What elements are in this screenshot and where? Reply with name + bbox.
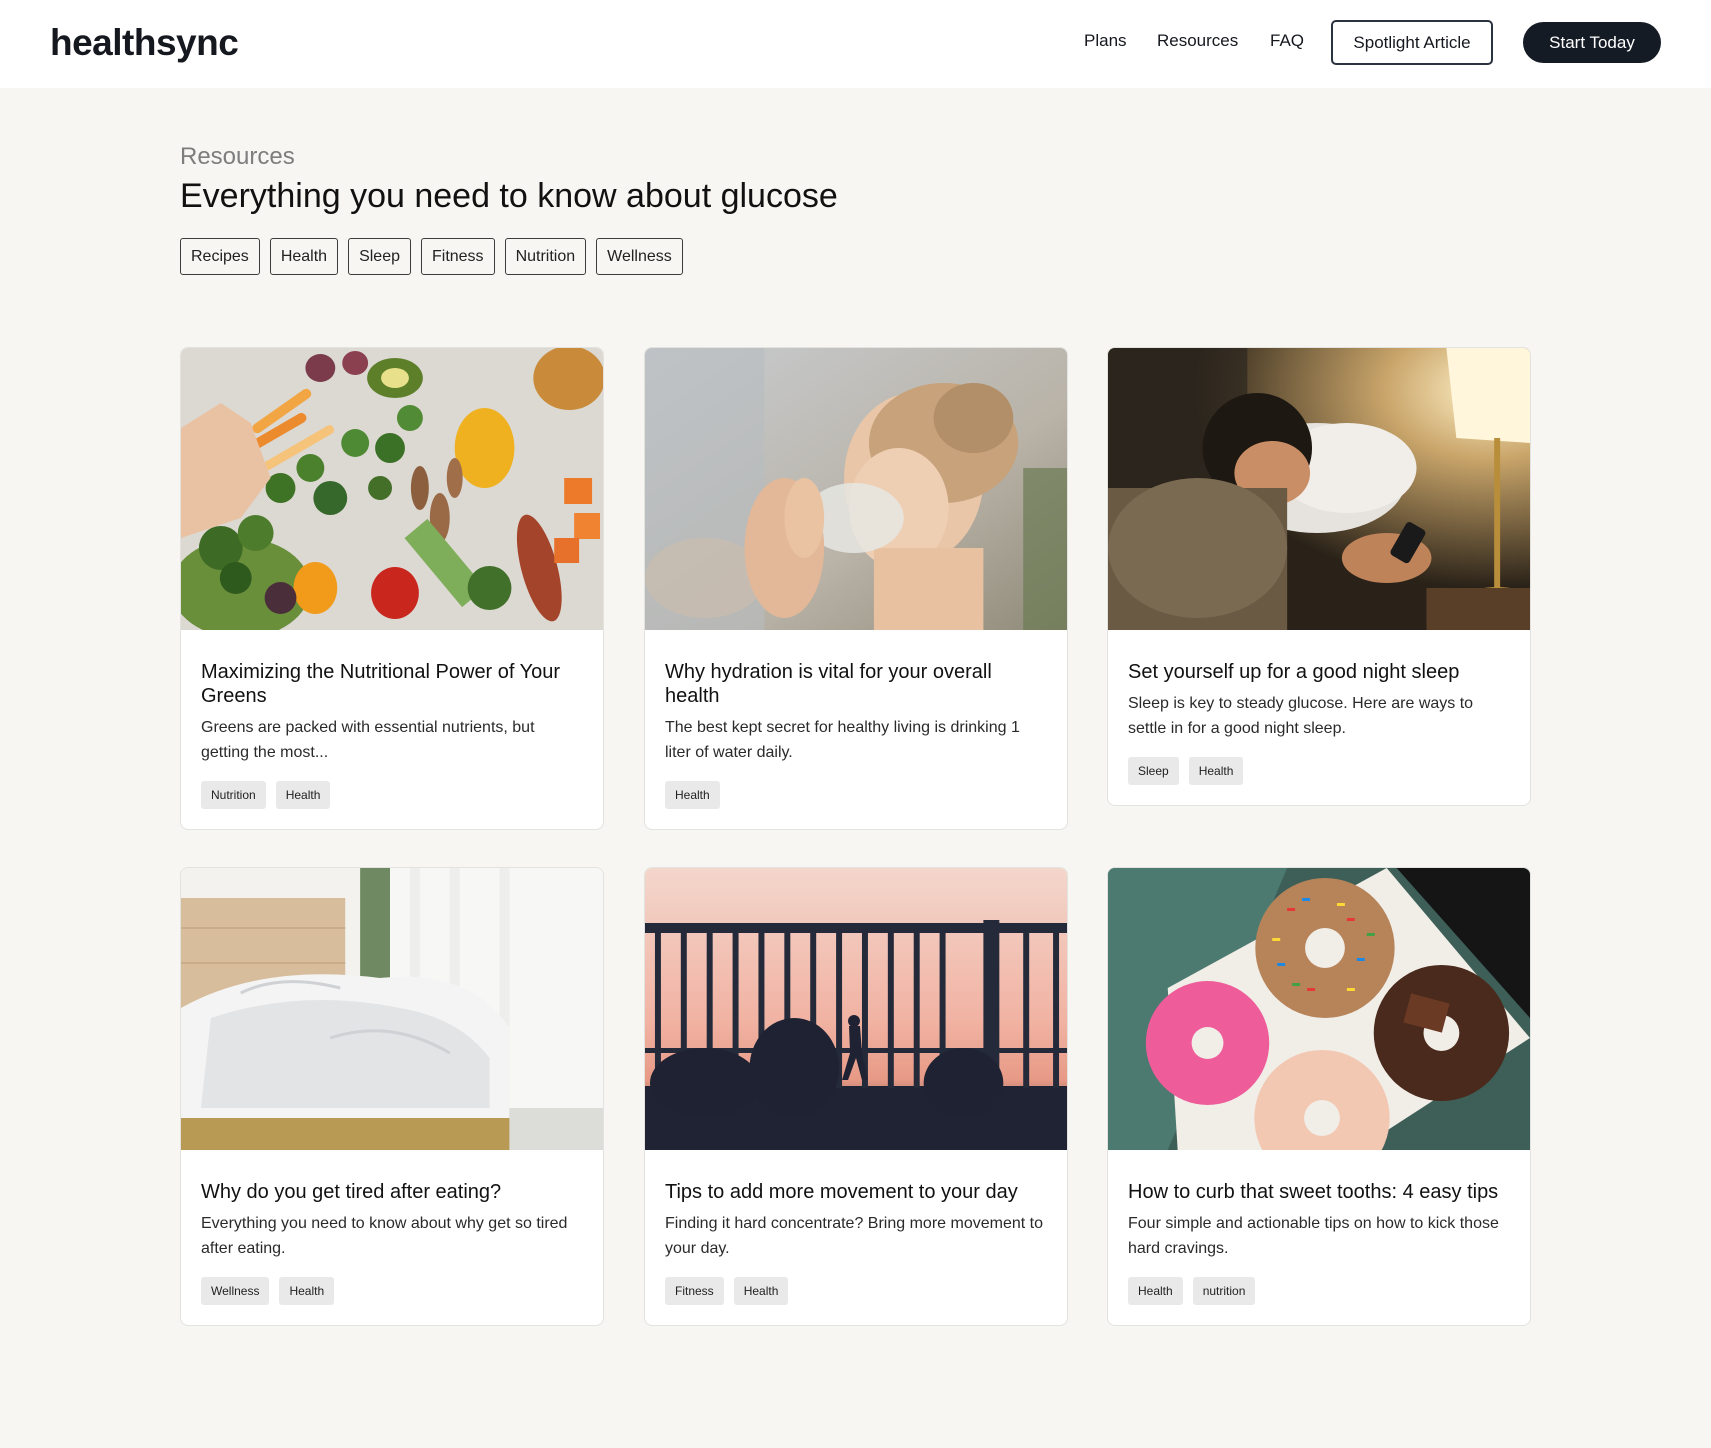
- nav-link-resources[interactable]: Resources: [1157, 31, 1238, 51]
- tag[interactable]: Health: [279, 1277, 335, 1305]
- walking-silhouette-sunset-photo: [645, 868, 1067, 1150]
- article-title[interactable]: Maximizing the Nutritional Power of Your…: [201, 660, 583, 708]
- donuts-box-photo: [1108, 868, 1530, 1150]
- article-card[interactable]: Maximizing the Nutritional Power of Your…: [180, 347, 604, 830]
- article-description: Sleep is key to steady glucose. Here are…: [1128, 695, 1474, 737]
- woman-in-bed-phone-photo: [1108, 348, 1530, 630]
- article-title[interactable]: Why do you get tired after eating?: [201, 1180, 583, 1204]
- tag-list: Sleep Health: [1128, 757, 1510, 785]
- filter-wellness[interactable]: Wellness: [596, 238, 683, 275]
- article-card[interactable]: Tips to add more movement to your day Fi…: [644, 867, 1068, 1326]
- filter-fitness[interactable]: Fitness: [420, 238, 495, 275]
- article-card[interactable]: Set yourself up for a good night sleep S…: [1107, 347, 1531, 806]
- top-navigation: healthsync Plans Resources FAQ Spotlight…: [0, 0, 1711, 88]
- article-description: The best kept secret for healthy living …: [665, 719, 1020, 761]
- article-card[interactable]: Why do you get tired after eating? Every…: [180, 867, 604, 1326]
- tag[interactable]: Health: [1128, 1277, 1183, 1305]
- article-card[interactable]: How to curb that sweet tooths: 4 easy ti…: [1107, 867, 1531, 1326]
- start-today-button[interactable]: Start Today: [1523, 22, 1661, 63]
- article-title[interactable]: Set yourself up for a good night sleep: [1128, 660, 1510, 684]
- filter-sleep[interactable]: Sleep: [348, 238, 411, 275]
- article-card[interactable]: Why hydration is vital for your overall …: [644, 347, 1068, 830]
- nav-link-faq[interactable]: FAQ: [1270, 31, 1304, 51]
- woman-drinking-water-photo: [645, 348, 1067, 630]
- logo[interactable]: healthsync: [50, 22, 239, 64]
- article-description: Finding it hard concentrate? Bring more …: [665, 1215, 1043, 1257]
- article-title[interactable]: Why hydration is vital for your overall …: [665, 660, 1047, 708]
- tag[interactable]: Sleep: [1128, 757, 1179, 785]
- article-title[interactable]: Tips to add more movement to your day: [665, 1180, 1047, 1204]
- tag[interactable]: Health: [665, 781, 720, 809]
- filter-recipes[interactable]: Recipes: [180, 238, 260, 275]
- unmade-bed-photo: [181, 868, 603, 1150]
- article-description: Greens are packed with essential nutrien…: [201, 719, 535, 761]
- tag[interactable]: Health: [733, 1277, 789, 1305]
- filter-nutrition[interactable]: Nutrition: [504, 238, 587, 275]
- tag[interactable]: Wellness: [201, 1277, 270, 1305]
- tag[interactable]: Fitness: [665, 1277, 724, 1305]
- tag[interactable]: Health: [275, 781, 331, 809]
- vegetables-photo: [181, 348, 603, 630]
- article-title[interactable]: How to curb that sweet tooths: 4 easy ti…: [1128, 1180, 1510, 1204]
- tag-list: Fitness Health: [665, 1277, 1047, 1305]
- tag-list: Health: [665, 781, 1047, 809]
- article-description: Four simple and actionable tips on how t…: [1128, 1215, 1499, 1257]
- tag[interactable]: nutrition: [1192, 1277, 1256, 1305]
- category-filters: Recipes Health Sleep Fitness Nutrition W…: [180, 238, 683, 275]
- page-title: Everything you need to know about glucos…: [180, 177, 838, 215]
- tag[interactable]: Health: [1188, 757, 1244, 785]
- tag-list: Wellness Health: [201, 1277, 583, 1305]
- nav-link-plans[interactable]: Plans: [1084, 31, 1127, 51]
- section-eyebrow: Resources: [180, 143, 295, 170]
- filter-health[interactable]: Health: [269, 238, 339, 275]
- tag[interactable]: Nutrition: [201, 781, 266, 809]
- spotlight-article-button[interactable]: Spotlight Article: [1331, 20, 1493, 65]
- tag-list: Health nutrition: [1128, 1277, 1510, 1305]
- tag-list: Nutrition Health: [201, 781, 583, 809]
- article-description: Everything you need to know about why ge…: [201, 1215, 568, 1257]
